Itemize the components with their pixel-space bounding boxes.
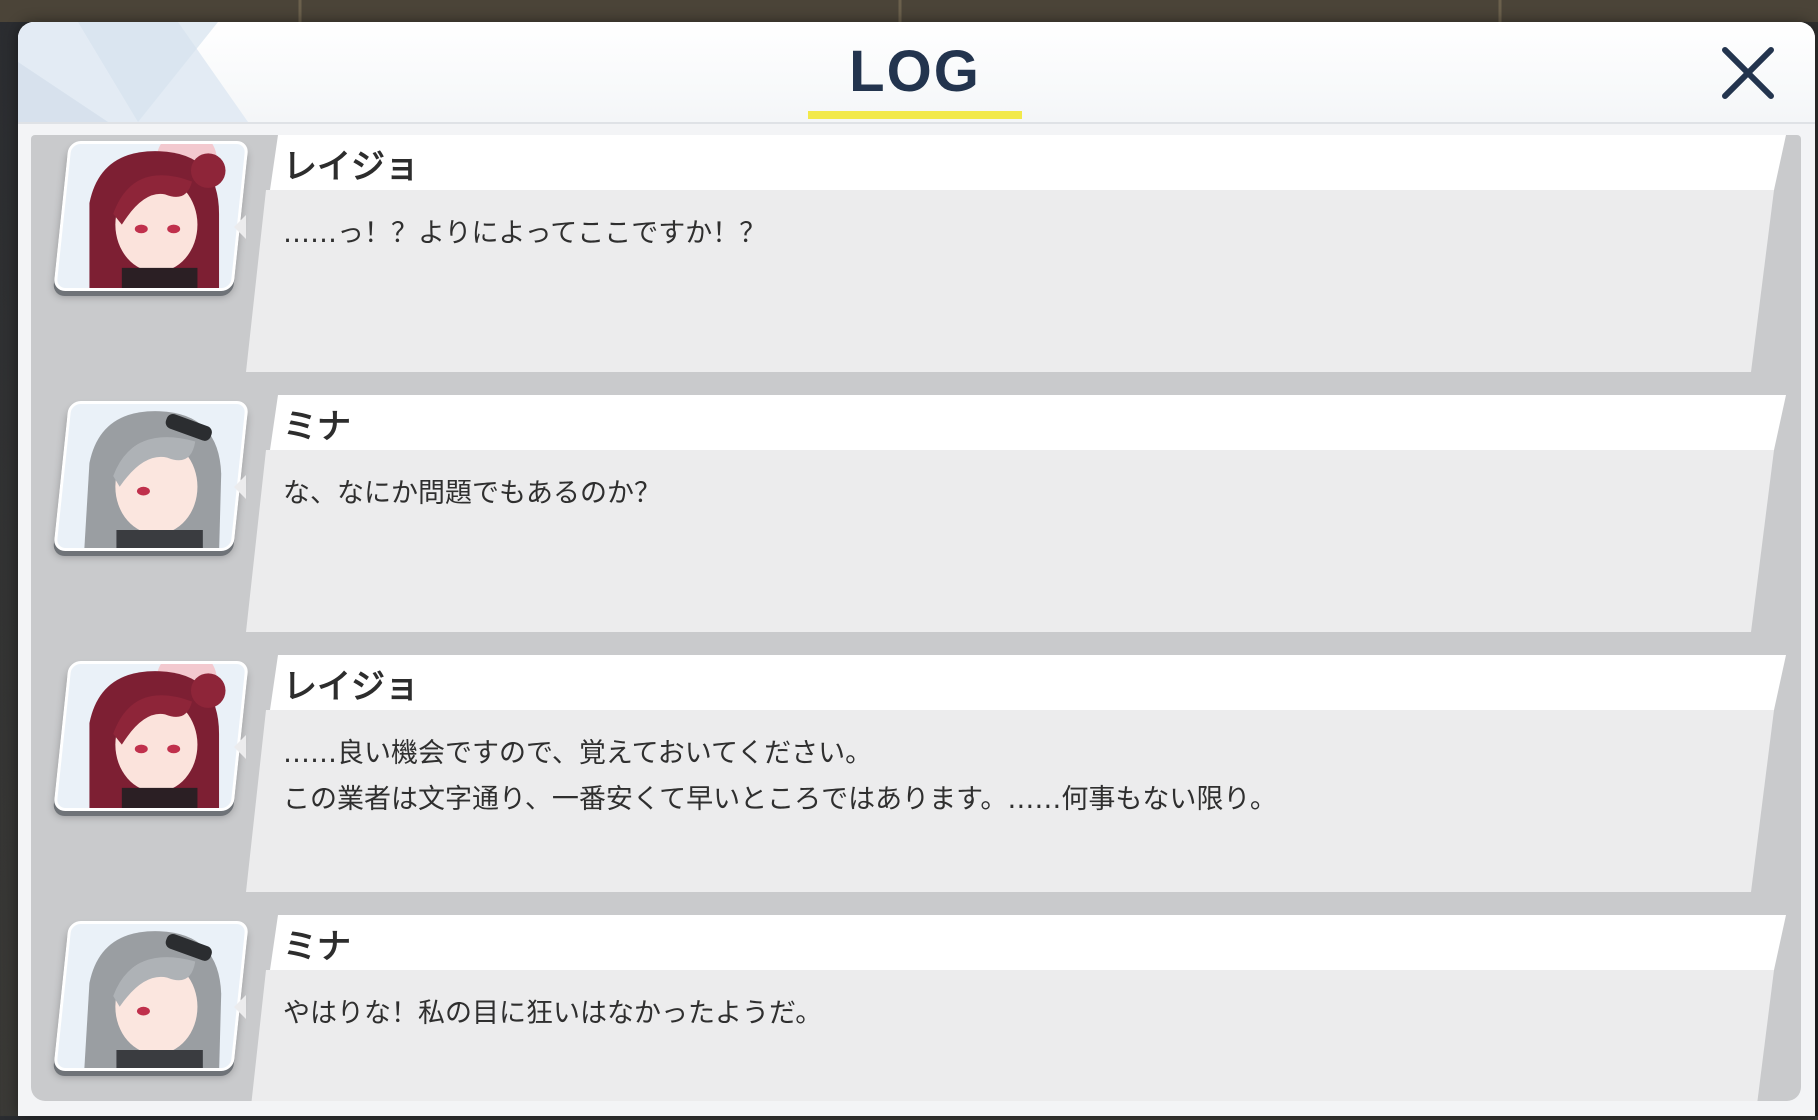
log-list[interactable]: レイジョ ……っ！？よりによってここですか！？ ミナ な、なにか問題でもあるのか… [31, 135, 1801, 1101]
avatar [53, 661, 249, 811]
header-decoration [18, 22, 248, 122]
title-underline [808, 111, 1022, 119]
list-item: ミナ な、なにか問題でもあるのか？ [31, 395, 1801, 635]
avatar [53, 141, 249, 291]
dialog-title: LOG [849, 39, 981, 104]
close-button[interactable] [1715, 40, 1781, 106]
message-line: ……っ！？よりによってここですか！？ [283, 218, 767, 249]
mina-portrait [57, 921, 245, 1071]
list-item: レイジョ ……良い機会ですので、覚えておいてください。 この業者は文字通り、一番… [31, 655, 1801, 895]
message-line: な、なにか問題でもあるのか？ [283, 478, 661, 509]
message-card: レイジョ ……っ！？よりによってここですか！？ [226, 135, 1786, 375]
reijo-portrait [57, 661, 245, 811]
message-line: ……良い機会ですので、覚えておいてください。 [283, 738, 873, 769]
avatar [53, 921, 249, 1071]
speaker-name: ミナ [283, 407, 351, 447]
message-line: この業者は文字通り、一番安くて早いところではあります。……何事もない限り。 [283, 784, 1277, 815]
reijo-portrait [57, 141, 245, 291]
mina-portrait [57, 401, 245, 551]
message-card: レイジョ ……良い機会ですので、覚えておいてください。 この業者は文字通り、一番… [226, 655, 1786, 895]
close-icon [1722, 47, 1774, 99]
list-item: ミナ やはりな！私の目に狂いはなかったようだ。 [31, 915, 1801, 1101]
speaker-name: ミナ [283, 927, 351, 967]
message-line: やはりな！私の目に狂いはなかったようだ。 [283, 998, 823, 1029]
speaker-name: レイジョ [283, 667, 419, 707]
avatar [53, 401, 249, 551]
message-text: ……っ！？よりによってここですか！？ [283, 211, 766, 257]
message-card: ミナ やはりな！私の目に狂いはなかったようだ。 [226, 915, 1786, 1101]
speaker-name: レイジョ [283, 147, 419, 187]
log-dialog: LOG レイジョ ……っ！？よりによってここですか！？ ミナ な、なにか問題でも… [18, 22, 1815, 1116]
message-card: ミナ な、なにか問題でもあるのか？ [226, 395, 1786, 635]
message-text: やはりな！私の目に狂いはなかったようだ。 [283, 991, 822, 1037]
message-text: な、なにか問題でもあるのか？ [283, 471, 661, 517]
dialog-header: LOG [18, 22, 1815, 124]
list-item: レイジョ ……っ！？よりによってここですか！？ [31, 135, 1801, 375]
message-text: ……良い機会ですので、覚えておいてください。 この業者は文字通り、一番安くて早い… [283, 731, 1277, 823]
